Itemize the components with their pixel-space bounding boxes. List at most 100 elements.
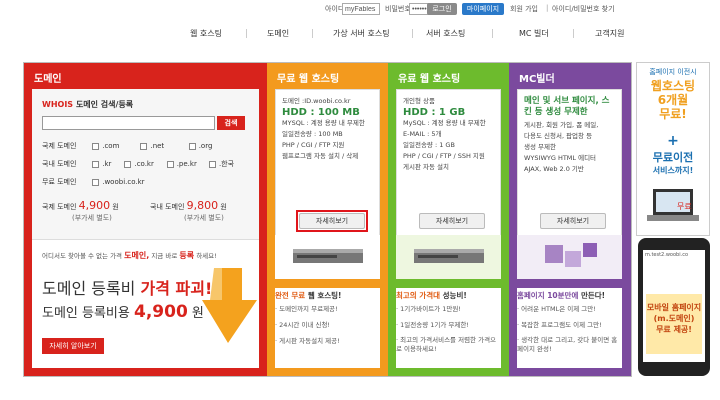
- mobile-homepage-banner[interactable]: m.test2.woobi.co 모바일 홈페이지 (m.도메인) 무료 제공!: [638, 238, 710, 376]
- nav-domain[interactable]: 도메인: [267, 28, 289, 39]
- whois-heading: WHOIS 도메인 검색/등록: [42, 99, 133, 110]
- spec-line: MYSQL : 계정 용량 내 무제한: [282, 119, 365, 127]
- mc-builder-box: 메인 및 서브 페이지, 스킨 등 생성 무제한 게시판, 회원 가입, 폼 메…: [517, 89, 622, 252]
- whois-label: WHOIS: [42, 100, 74, 109]
- domain-search-input[interactable]: [42, 116, 215, 130]
- server-icon: [414, 249, 484, 263]
- whois-search-label: 도메인 검색/등록: [75, 100, 134, 109]
- domain-title: 도메인: [24, 63, 267, 89]
- checkbox[interactable]: [166, 160, 174, 168]
- nav-server-hosting[interactable]: 서버 호스팅: [426, 28, 465, 39]
- mc-builder-lower: 홈페이지 10분만에 만든다! · 어려운 HTML은 이제 그만! · 복잡한…: [517, 288, 622, 368]
- checkbox[interactable]: [208, 160, 216, 168]
- spec-line: WYSIWYG HTML 에디터: [524, 154, 597, 162]
- spec-line: 일일전송량 : 100 MB: [282, 130, 343, 138]
- bullet: · 어려운 HTML은 이제 그만!: [517, 305, 596, 313]
- option-kr[interactable]: .kr: [92, 160, 122, 168]
- option-hangul[interactable]: .한국: [208, 159, 239, 169]
- mypage-button[interactable]: 마이페이지: [462, 3, 504, 15]
- checkbox[interactable]: [92, 178, 100, 186]
- free-domain-row: 무료 도메인 .woobi.co.kr: [42, 177, 145, 187]
- plus-icon: +: [667, 133, 679, 149]
- free-domain-spec: 도메인 :ID.woobi.co.kr: [282, 97, 351, 105]
- free-detail-button[interactable]: 자세히보기: [299, 213, 365, 229]
- migration-subhead: 무료이전 서비스까지!: [652, 151, 694, 175]
- nav-separator: [312, 29, 313, 38]
- paid-hosting-title: 유료 웹 호스팅: [398, 74, 461, 85]
- spec-line: 다용도 신청서, 팝업창 등: [524, 132, 593, 140]
- free-hosting-lower: 완전 무료 웹 호스팅! · 도메인까지 무료제공! · 24시간 이내 신청!…: [275, 288, 380, 368]
- free-server-image: [275, 235, 380, 279]
- nav-web-hosting[interactable]: 웹 호스팅: [190, 28, 222, 39]
- domain-body: WHOIS 도메인 검색/등록 검색 국제 도메인 .com .net .org…: [24, 89, 267, 376]
- checkbox[interactable]: [140, 142, 148, 150]
- id-input[interactable]: [342, 3, 380, 15]
- mc-builder-section: MC빌더 메인 및 서브 페이지, 스킨 등 생성 무제한 게시판, 회원 가입…: [509, 63, 631, 376]
- domain-promo-banner: 어디서도 찾아볼 수 없는 가격 도메인, 지금 바로 등록 하세요! 도메인 …: [32, 239, 259, 368]
- option-co-kr[interactable]: .co.kr: [124, 160, 164, 168]
- nav-support[interactable]: 고객지원: [595, 28, 624, 39]
- paid-plan: 개인형 상품: [403, 97, 435, 105]
- spec-line: 게시판, 회원 가입, 폼 메일,: [524, 121, 599, 129]
- free-banner: 완전 무료 웹 호스팅!: [275, 291, 342, 300]
- spec-line: PHP / CGI / FTP / SSH 지원: [403, 152, 485, 160]
- phone-screen: m.test2.woobi.co 모바일 홈페이지 (m.도메인) 무료 제공!: [643, 250, 705, 362]
- promo-detail-button[interactable]: 자세히 알아보기: [42, 338, 104, 354]
- free-hdd: HDD : 100 MB: [282, 107, 360, 118]
- kr-domain-label: 국내 도메인: [42, 160, 77, 168]
- checkbox[interactable]: [188, 142, 196, 150]
- server-icon: [293, 249, 363, 263]
- bullet: · 1일전송량 1기가 무제한!: [396, 321, 469, 329]
- login-button[interactable]: 로그인: [427, 3, 457, 15]
- price-down-arrow-icon: [202, 268, 257, 343]
- option-woobi[interactable]: .woobi.co.kr: [92, 178, 145, 186]
- spec-line: PHP / CGI / FTP 지원: [282, 141, 345, 149]
- domain-search-button[interactable]: 검색: [217, 116, 245, 130]
- paid-detail-button[interactable]: 자세히보기: [419, 213, 485, 229]
- free-hosting-section: 무료 웹 호스팅 도메인 :ID.woobi.co.kr HDD : 100 M…: [267, 63, 388, 376]
- nav-mc-builder[interactable]: MC 빌더: [519, 28, 549, 39]
- free-domain-label: 무료 도메인: [42, 178, 77, 186]
- checkbox[interactable]: [124, 160, 132, 168]
- option-org[interactable]: .org: [188, 142, 229, 150]
- option-pe-kr[interactable]: .pe.kr: [166, 160, 207, 168]
- svg-text:무료: 무료: [677, 202, 692, 211]
- paid-hosting-lower: 최고의 가격대 성능비! · 1기가바이트가 1만원! · 1일전송량 1기가 …: [396, 288, 501, 368]
- spec-line: 게시판 자동 설치: [403, 163, 449, 171]
- promo-tagline: 어디서도 찾아볼 수 없는 가격 도메인, 지금 바로 등록 하세요!: [42, 251, 217, 260]
- intl-price: 국제 도메인 4,900 원: [42, 199, 119, 212]
- join-link[interactable]: 회원 가입: [510, 4, 538, 14]
- promo-price: 도메인 등록비용 4,900 원: [42, 302, 204, 322]
- checkbox[interactable]: [92, 142, 100, 150]
- mc-banner: 홈페이지 10분만에 만든다!: [517, 291, 606, 300]
- nav-separator: [246, 29, 247, 38]
- spec-line: 생성 무제한: [524, 143, 556, 151]
- free-hosting-box: 도메인 :ID.woobi.co.kr HDD : 100 MB MYSQL :…: [275, 89, 380, 252]
- find-account-link[interactable]: 아이디/비밀번호 찾기: [552, 4, 615, 14]
- phone-promo: 모바일 홈페이지 (m.도메인) 무료 제공!: [646, 294, 702, 354]
- vat-note: (부가세 별도): [184, 214, 224, 222]
- cubes-icon: [545, 243, 597, 267]
- laptop-icon: 무료: [647, 189, 699, 221]
- kr-domain-row: 국내 도메인 .kr .co.kr .pe.kr .한국: [42, 159, 239, 169]
- vat-note: (부가세 별도): [72, 214, 112, 222]
- nav-virtual-server[interactable]: 가상 서버 호스팅: [333, 28, 390, 39]
- mc-detail-button[interactable]: 자세히보기: [540, 213, 606, 229]
- option-net[interactable]: .net: [140, 142, 186, 150]
- free-hosting-title: 무료 웹 호스팅: [277, 74, 340, 85]
- migration-banner[interactable]: 홈페이지 이전시 웹호스팅 6개월 무료! + 무료이전 서비스까지! 무료: [636, 62, 710, 236]
- nav-separator: [412, 29, 413, 38]
- checkbox[interactable]: [92, 160, 100, 168]
- bullet: · 24시간 이내 신청!: [275, 321, 331, 329]
- nav-separator: [573, 29, 574, 38]
- bullet: · 게시판 자동설치 제공!: [275, 337, 340, 345]
- mc-image: [517, 235, 622, 279]
- paid-hosting-section: 유료 웹 호스팅 개인형 상품 HDD : 1 GB MySQL : 계정 용량…: [388, 63, 509, 376]
- dom-price: 국내 도메인 9,800 원: [150, 199, 227, 212]
- promo-headline: 도메인 등록비 가격 파괴!: [42, 279, 213, 298]
- bullet: · 생각한 대로 그리고, 갖다 붙이면 홈페이지 완성!: [517, 336, 618, 353]
- mc-headline: 메인 및 서브 페이지, 스킨 등 생성 무제한: [524, 96, 610, 117]
- dom-price-value: 9,800: [186, 199, 219, 212]
- bullet: · 복잡한 프로그램도 이제 그만!: [517, 321, 602, 329]
- option-com[interactable]: .com: [92, 142, 138, 150]
